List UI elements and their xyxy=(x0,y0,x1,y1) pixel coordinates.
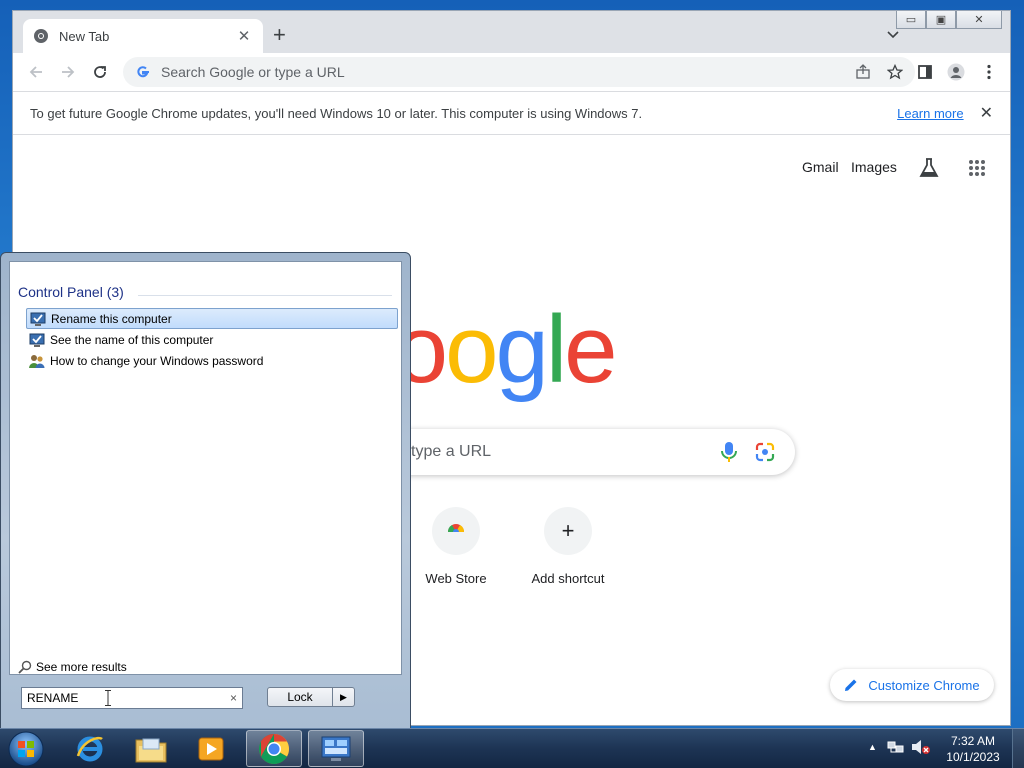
web-store-icon xyxy=(447,524,465,538)
reload-icon[interactable] xyxy=(91,63,109,81)
browser-toolbar: Search Google or type a URL xyxy=(13,53,1010,91)
google-apps-grid-icon[interactable] xyxy=(968,159,986,177)
clock-time: 7:32 AM xyxy=(950,734,996,748)
chrome-favicon-icon xyxy=(34,29,48,43)
media-player-icon xyxy=(198,737,224,760)
google-logo-letter-3: l xyxy=(545,296,567,403)
learn-more-link[interactable]: Learn more xyxy=(897,106,963,121)
results-section-heading[interactable]: Control Panel (3) xyxy=(18,284,124,300)
google-logo-letter-1: o xyxy=(445,296,498,403)
divider xyxy=(138,295,392,296)
tab-close-icon[interactable]: ✕ xyxy=(235,27,253,45)
chrome-icon xyxy=(258,733,290,764)
internet-explorer-icon xyxy=(76,736,103,761)
bookmark-star-icon[interactable] xyxy=(887,64,903,80)
restore-button[interactable]: ▣ xyxy=(926,11,956,29)
power-options-arrow-icon[interactable]: ▶ xyxy=(333,687,355,707)
start-search-input[interactable]: RENAME × xyxy=(21,687,243,709)
magnifier-icon xyxy=(18,660,32,674)
forward-arrow-icon[interactable] xyxy=(59,63,77,81)
pencil-icon xyxy=(845,679,857,691)
taskbar-internet-explorer[interactable] xyxy=(62,730,118,767)
google-lens-camera-icon[interactable] xyxy=(755,442,775,462)
computer-check-icon xyxy=(29,333,45,347)
result-label: How to change your Windows password xyxy=(50,353,264,368)
taskbar-chrome[interactable] xyxy=(246,730,302,767)
minimize-button[interactable]: ▭ xyxy=(896,11,926,29)
customize-chrome-button[interactable]: Customize Chrome xyxy=(830,669,994,701)
infobar-close-icon[interactable]: ✕ xyxy=(980,103,993,123)
network-icon[interactable] xyxy=(887,739,905,755)
ntp-search-placeholder: type a URL xyxy=(411,443,492,460)
control-panel-icon xyxy=(321,736,351,761)
shortcut-web-store[interactable]: Web Store xyxy=(400,507,512,586)
lock-button[interactable]: Lock xyxy=(267,687,333,707)
start-menu-results-pane: Control Panel (3) Rename this computer S… xyxy=(9,261,402,675)
show-desktop-button[interactable] xyxy=(1012,729,1024,768)
customize-label: Customize Chrome xyxy=(868,677,980,693)
taskbar-control-panel[interactable] xyxy=(308,730,364,767)
address-bar[interactable]: Search Google or type a URL xyxy=(123,57,915,87)
show-hidden-icons-arrow[interactable]: ▲ xyxy=(868,742,877,752)
new-tab-button[interactable]: + xyxy=(273,24,286,46)
tab-strip: New Tab ✕ + ▭ ▣ ✕ xyxy=(13,11,1010,53)
system-tray: ▲ xyxy=(868,739,931,755)
update-infobar: To get future Google Chrome updates, you… xyxy=(13,91,1010,135)
text-cursor-icon xyxy=(105,690,111,706)
google-g-icon xyxy=(137,66,149,78)
side-panel-icon[interactable] xyxy=(916,63,934,81)
computer-check-icon xyxy=(30,312,46,326)
images-link[interactable]: Images xyxy=(851,159,897,175)
labs-flask-icon[interactable] xyxy=(918,157,940,179)
result-label: See the name of this computer xyxy=(50,332,214,347)
start-search-value: RENAME xyxy=(27,691,79,705)
gmail-link[interactable]: Gmail xyxy=(802,159,839,175)
window-controls: ▭ ▣ ✕ xyxy=(896,11,1002,29)
close-window-button[interactable]: ✕ xyxy=(956,11,1002,29)
shortcut-label: Web Store xyxy=(425,571,487,586)
infobar-message: To get future Google Chrome updates, you… xyxy=(30,105,643,121)
profile-avatar-icon[interactable] xyxy=(947,63,965,81)
power-button-group: Lock ▶ xyxy=(267,687,355,707)
taskbar-clock[interactable]: 7:32 AM 10/1/2023 xyxy=(938,733,1008,765)
taskbar: ▲ 7:32 AM 10/1/2023 xyxy=(0,728,1024,768)
back-arrow-icon[interactable] xyxy=(27,63,45,81)
voice-search-mic-icon[interactable] xyxy=(721,441,737,463)
start-menu: Control Panel (3) Rename this computer S… xyxy=(0,252,411,730)
result-change-windows-password[interactable]: How to change your Windows password xyxy=(26,350,398,371)
result-label: Rename this computer xyxy=(51,311,172,326)
clock-date: 10/1/2023 xyxy=(946,750,1000,764)
tab-search-chevron-icon[interactable] xyxy=(887,29,899,41)
volume-muted-icon[interactable] xyxy=(911,739,931,755)
result-rename-this-computer[interactable]: Rename this computer xyxy=(26,308,398,329)
tab-new-tab[interactable]: New Tab ✕ xyxy=(23,19,263,53)
clear-search-icon[interactable]: × xyxy=(230,691,237,705)
taskbar-file-explorer[interactable] xyxy=(123,730,179,767)
tab-title: New Tab xyxy=(59,28,110,44)
add-shortcut-button[interactable]: + Add shortcut xyxy=(512,507,624,586)
google-logo-letter-4: e xyxy=(564,296,617,403)
share-icon[interactable] xyxy=(855,64,871,80)
users-icon xyxy=(29,354,45,368)
taskbar-media-player[interactable] xyxy=(183,730,239,767)
address-bar-placeholder: Search Google or type a URL xyxy=(161,64,345,80)
google-logo-letter-2: g xyxy=(495,296,548,403)
result-see-name-of-computer[interactable]: See the name of this computer xyxy=(26,329,398,350)
menu-kebab-icon[interactable] xyxy=(980,63,998,81)
shortcut-label: Add shortcut xyxy=(531,571,605,586)
see-more-results-link[interactable]: See more results xyxy=(18,660,127,674)
file-explorer-icon xyxy=(135,738,167,762)
see-more-label: See more results xyxy=(36,660,127,674)
plus-icon: + xyxy=(561,518,575,543)
start-orb-icon[interactable] xyxy=(7,730,45,768)
